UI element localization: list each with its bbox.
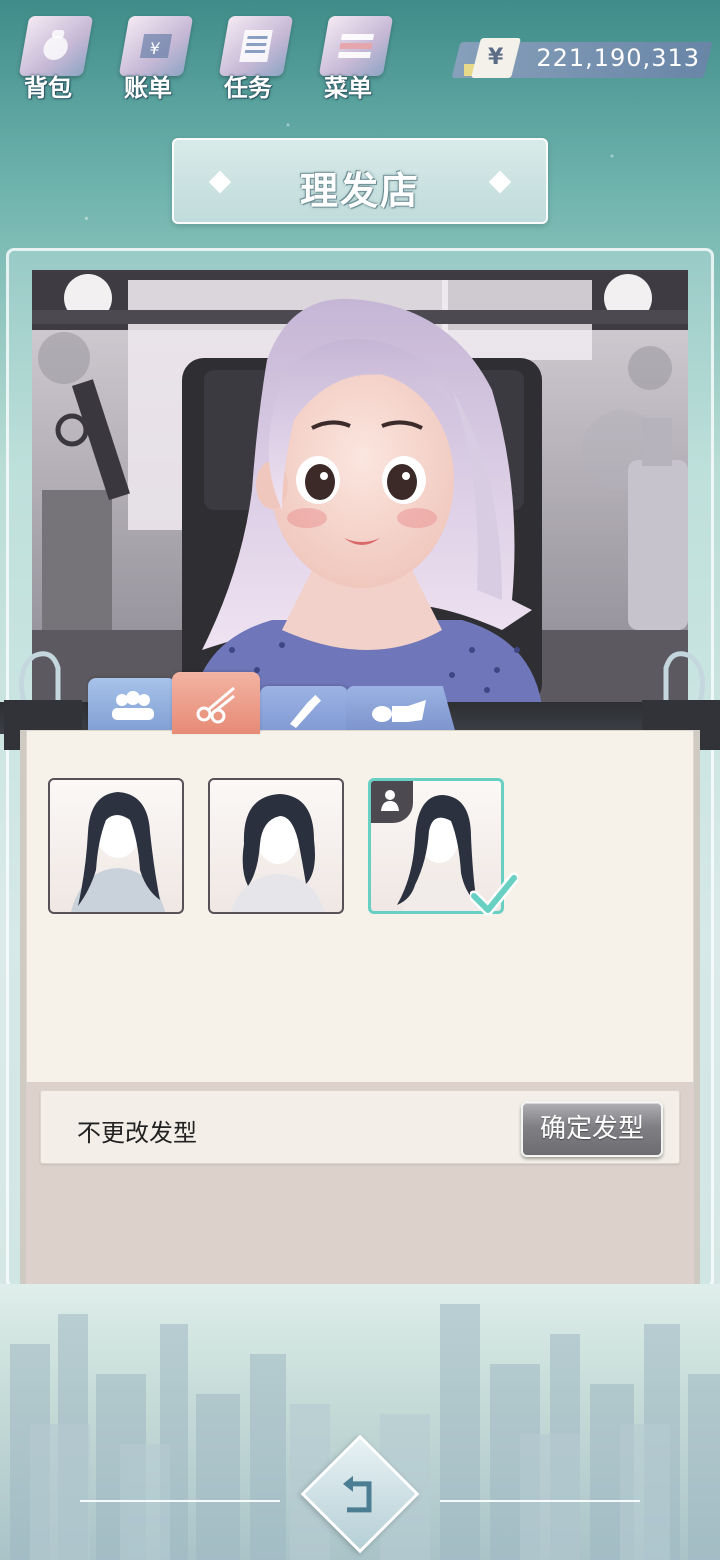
- tab-makeup[interactable]: [260, 686, 348, 734]
- person-icon: [381, 790, 399, 811]
- menu-task-label: 任务: [224, 74, 272, 102]
- hairstyle-long-wavy-icon: [71, 792, 165, 912]
- hairstyle-medium-wavy-icon: [231, 794, 325, 912]
- selected-check-icon: [468, 872, 520, 920]
- tab-accessories[interactable]: [346, 686, 456, 734]
- category-tabs: [88, 672, 468, 734]
- top-menu: 背包 ¥ 账单 任务 菜单: [14, 6, 394, 102]
- title-panel: 理发店: [172, 138, 548, 224]
- decorative-line-left: [80, 1500, 280, 1502]
- action-bar: 不更改发型 确定发型: [40, 1090, 680, 1164]
- menu-icon: [318, 16, 394, 76]
- menu-backpack-label: 背包: [24, 74, 72, 102]
- backpack-icon: [18, 16, 94, 76]
- decorative-line-right: [440, 1500, 640, 1502]
- tab-faces[interactable]: [88, 678, 176, 734]
- tab-hairstyle[interactable]: [172, 672, 260, 734]
- money-value: 221,190,313: [536, 44, 700, 72]
- cosmetics-icon: [290, 694, 322, 728]
- person-badge: [371, 781, 413, 823]
- menu-bill-label: 账单: [124, 74, 172, 102]
- menu-menu-button[interactable]: 菜单: [314, 6, 394, 102]
- menu-bill-button[interactable]: ¥ 账单: [114, 6, 194, 102]
- hairstyle-option[interactable]: [208, 778, 344, 914]
- bill-icon: ¥: [118, 16, 194, 76]
- people-icon: [112, 691, 154, 720]
- hairstyle-option[interactable]: [48, 778, 184, 914]
- character-preview: [32, 270, 688, 706]
- menu-backpack-button[interactable]: 背包: [14, 6, 94, 102]
- menu-menu-label: 菜单: [324, 74, 372, 102]
- return-arrow-icon: [343, 1475, 372, 1513]
- scissors-icon: [196, 686, 235, 724]
- menu-task-button[interactable]: 任务: [214, 6, 294, 102]
- accessories-icon: [372, 700, 426, 722]
- task-list-icon: [218, 16, 294, 76]
- no-change-hairstyle-label: 不更改发型: [77, 1119, 197, 1147]
- page-title: 理发店: [299, 169, 420, 213]
- confirm-hairstyle-button[interactable]: 确定发型: [521, 1101, 663, 1157]
